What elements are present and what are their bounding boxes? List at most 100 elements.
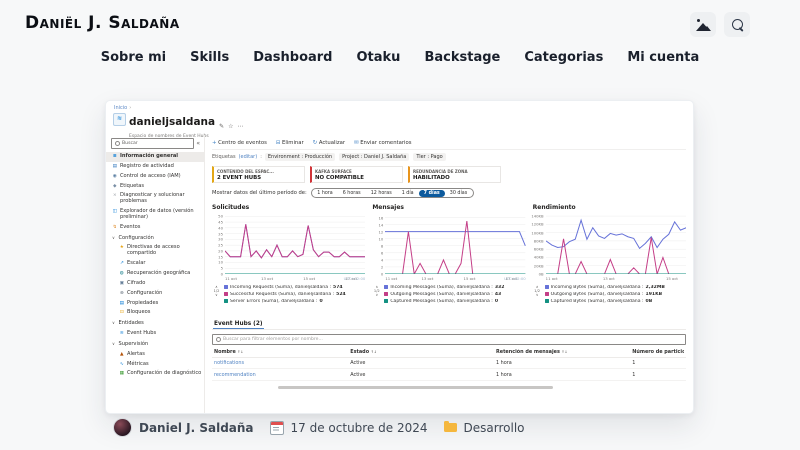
resource-title: danieljsaldana: [129, 117, 215, 128]
legend-swatch: [545, 299, 549, 303]
alerts-icon: ▲: [119, 352, 125, 357]
legend-item[interactable]: Incoming Requests (Suma), danieljsaldana…: [224, 285, 365, 290]
sidebar-item[interactable]: ↗ Escalar: [106, 259, 204, 269]
legend-item[interactable]: Outgoing Bytes (Suma), danieljsaldana : …: [545, 292, 686, 297]
legend-item[interactable]: Outgoing Messages (Suma), danieljsaldana…: [384, 292, 525, 297]
y-axis-tick: 10: [378, 236, 383, 241]
legend-item[interactable]: Incoming Bytes (Suma), danieljsaldana : …: [545, 285, 686, 290]
sidebar-item[interactable]: ∿ Métricas: [106, 360, 204, 370]
nav-link[interactable]: Skills: [190, 50, 229, 65]
sort-icon[interactable]: ↑↓: [561, 350, 567, 354]
author-name[interactable]: Daniel J. Saldaña: [139, 421, 254, 435]
edit-tags-link[interactable]: (editar): [239, 154, 258, 160]
time-range-option[interactable]: 30 días: [445, 190, 472, 197]
nav-link[interactable]: Categorias: [524, 50, 603, 65]
command-button[interactable]: ⊟ Eliminar: [276, 140, 304, 146]
legend-swatch: [224, 292, 228, 296]
search-button[interactable]: [724, 12, 750, 37]
breadcrumb-home-link[interactable]: Inicio: [114, 105, 127, 111]
column-header[interactable]: Estado↑↓: [350, 349, 496, 355]
column-header[interactable]: Nombre↑↓: [214, 349, 350, 355]
nav-link[interactable]: Sobre mi: [101, 50, 166, 65]
time-range-option[interactable]: 7 días: [419, 190, 445, 197]
sidebar-item[interactable]: × Diagnosticar y solucionar problemas: [106, 191, 204, 207]
time-range-option[interactable]: 1 hora: [312, 190, 337, 197]
legend-item[interactable]: Captured Bytes (Suma), danieljsaldana : …: [545, 299, 686, 304]
sidebar-item[interactable]: ▤ Registro de actividad: [106, 162, 204, 172]
sidebar-item[interactable]: ≋ Event Hubs: [106, 329, 204, 339]
favorite-star-icon[interactable]: ☆: [228, 123, 233, 130]
legend-item[interactable]: Server Errors (Suma), danieljsaldana : 0: [224, 299, 365, 304]
x-axis-tick: 13 oct: [603, 276, 615, 281]
nav-link[interactable]: Backstage: [424, 50, 500, 65]
sidebar-item[interactable]: ▣ Cifrado: [106, 279, 204, 289]
calendar-icon: [270, 421, 284, 435]
sidebar-item[interactable]: ⊡ Bloqueos: [106, 308, 204, 318]
sidebar-item-label: Etiquetas: [120, 184, 202, 190]
locks-icon: ⊡: [119, 310, 125, 315]
legend-pager[interactable]: ∧1/2∨: [372, 285, 381, 304]
edit-icon[interactable]: ✎: [219, 123, 224, 130]
sidebar-item[interactable]: ▲ Alertas: [106, 350, 204, 360]
author-avatar[interactable]: [113, 418, 132, 437]
sidebar-item[interactable]: ∨ Entidades: [106, 319, 204, 329]
legend-swatch: [384, 292, 388, 296]
event-hubs-tab[interactable]: Event Hubs (2): [213, 321, 264, 330]
site-logo[interactable]: Daniël J. Saldaña: [25, 13, 180, 33]
sidebar-item-label: Directivas de acceso compartido: [127, 245, 202, 257]
sort-icon[interactable]: ↑↓: [371, 350, 377, 354]
menu-search-input[interactable]: Buscar: [111, 138, 194, 149]
sidebar-item[interactable]: ▤ Propiedades: [106, 299, 204, 309]
chart-canvas[interactable]: [385, 214, 525, 274]
post-category[interactable]: Desarrollo: [464, 421, 525, 435]
legend-item[interactable]: Successful Requests (Suma), danieljsalda…: [224, 292, 365, 297]
properties-icon: ▤: [119, 301, 125, 306]
sidebar-item[interactable]: ≡ Información general: [106, 152, 204, 162]
sidebar-item-label: Explorador de datos (versión preliminar): [120, 209, 202, 221]
tag-pill[interactable]: Tier : Pago: [413, 153, 445, 161]
sidebar-item[interactable]: ∨ Configuración: [106, 234, 204, 244]
sidebar-item[interactable]: ◆ Etiquetas: [106, 182, 204, 192]
sidebar-item[interactable]: ▦ Configuración de diagnóstico: [106, 369, 204, 379]
nav-link[interactable]: Mi cuenta: [627, 50, 699, 65]
legend-label: Incoming Requests (Suma), danieljsaldana…: [230, 285, 331, 290]
sort-icon[interactable]: ↑↓: [237, 350, 243, 354]
column-header[interactable]: Número de particiones↑↓: [632, 349, 684, 355]
legend-value: 0B: [646, 299, 653, 304]
legend-item[interactable]: Captured Messages (Suma), danieljsaldana…: [384, 299, 525, 304]
nav-link[interactable]: Otaku: [357, 50, 401, 65]
tag-pill[interactable]: Project : Daniel J. Saldaña: [339, 153, 409, 161]
chart-canvas[interactable]: [546, 214, 686, 274]
command-button[interactable]: ↻ Actualizar: [313, 140, 345, 146]
table-row[interactable]: notifications Active 1 hora 1: [212, 358, 686, 370]
event-hub-link[interactable]: recommendation: [214, 372, 350, 378]
legend-pager[interactable]: ∧1/2∨: [533, 285, 542, 304]
command-button[interactable]: ✉ Enviar comentarios: [354, 140, 411, 146]
sidebar-item[interactable]: ★ Directivas de acceso compartido: [106, 243, 204, 259]
theme-button[interactable]: [690, 12, 716, 37]
horizontal-scrollbar[interactable]: [278, 386, 553, 389]
sidebar-item[interactable]: ∨ Supervisión: [106, 340, 204, 350]
time-range-option[interactable]: 12 horas: [366, 190, 397, 197]
collapse-menu-icon[interactable]: «: [196, 140, 200, 147]
more-icon[interactable]: ⋯: [238, 123, 244, 130]
table-filter-input[interactable]: Buscar para filtrar elementos por nombre…: [212, 334, 686, 345]
sidebar-item[interactable]: ↯ Eventos: [106, 223, 204, 233]
event-hub-link[interactable]: notifications: [214, 360, 350, 366]
nav-link[interactable]: Dashboard: [253, 50, 332, 65]
time-range-option[interactable]: 6 horas: [338, 190, 366, 197]
command-button[interactable]: + Centro de eventos: [212, 140, 267, 146]
legend-pager[interactable]: ∧1/2∨: [212, 285, 221, 304]
search-icon: [115, 141, 120, 146]
table-row[interactable]: recommendation Active 1 hora 1: [212, 369, 686, 381]
sidebar-item[interactable]: ⊛ Configuración: [106, 289, 204, 299]
sidebar-item[interactable]: ◉ Control de acceso (IAM): [106, 172, 204, 182]
time-range-option[interactable]: 1 día: [397, 190, 419, 197]
chart-canvas[interactable]: [225, 214, 365, 274]
sidebar-item[interactable]: ◫ Explorador de datos (versión prelimina…: [106, 207, 204, 223]
sidebar-item[interactable]: ◍ Recuperación geográfica: [106, 269, 204, 279]
table-filter-placeholder: Buscar para filtrar elementos por nombre…: [223, 337, 323, 342]
legend-item[interactable]: Incoming Messages (Suma), danieljsaldana…: [384, 285, 525, 290]
tag-pill[interactable]: Environment : Producción: [265, 153, 335, 161]
column-header[interactable]: Retención de mensajes↑↓: [496, 349, 632, 355]
